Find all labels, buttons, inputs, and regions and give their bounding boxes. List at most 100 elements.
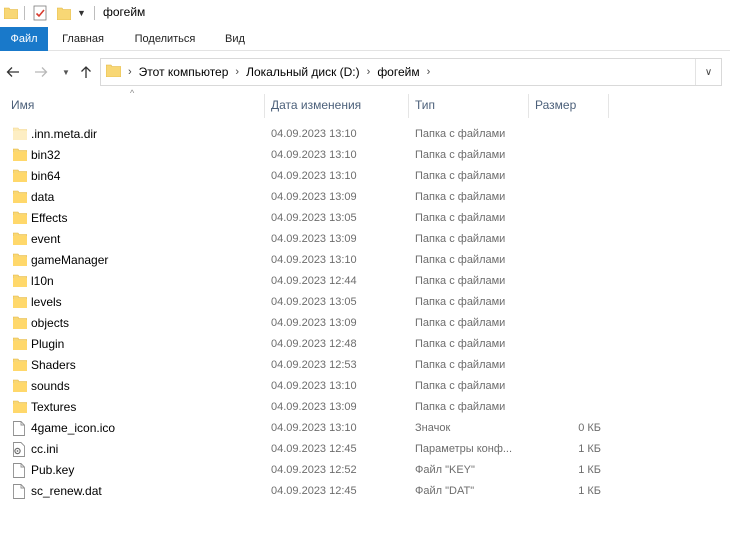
- file-type: Папка с файлами: [415, 191, 506, 203]
- file-date: 04.09.2023 12:52: [271, 464, 357, 476]
- up-arrow-icon: [81, 66, 91, 78]
- recent-locations-button[interactable]: ▼: [56, 62, 76, 82]
- list-item[interactable]: Effects 04.09.2023 13:05 Папка с файлами: [0, 208, 730, 229]
- breadcrumb-chevron-icon[interactable]: ›: [367, 66, 371, 78]
- tab-share[interactable]: Поделиться: [126, 27, 204, 51]
- properties-check-icon[interactable]: [33, 4, 48, 22]
- list-item[interactable]: bin32 04.09.2023 13:10 Папка с файлами: [0, 145, 730, 166]
- file-name: objects: [31, 316, 70, 330]
- file-type: Значок: [415, 422, 451, 434]
- breadcrumb-this-pc[interactable]: Этот компьютер: [139, 65, 229, 79]
- new-folder-icon[interactable]: [57, 4, 71, 22]
- address-bar[interactable]: › Этот компьютер › Локальный диск (D:) ›…: [100, 58, 722, 86]
- file-name: cc.ini: [31, 442, 59, 456]
- file-name: sc_renew.dat: [31, 484, 102, 498]
- file-name: Shaders: [31, 358, 76, 372]
- list-item[interactable]: objects 04.09.2023 13:09 Папка с файлами: [0, 313, 730, 334]
- list-item[interactable]: levels 04.09.2023 13:05 Папка с файлами: [0, 292, 730, 313]
- sort-ascending-icon: ^: [130, 88, 135, 98]
- list-item[interactable]: .inn.meta.dir 04.09.2023 13:10 Папка с фай…: [0, 124, 730, 145]
- file-size: 0 КБ: [578, 422, 601, 434]
- customize-toolbar-icon[interactable]: ▼: [77, 4, 86, 22]
- folder-icon: [12, 379, 28, 394]
- file-icon: [13, 421, 27, 436]
- file-type: Папка с файлами: [415, 275, 506, 287]
- file-name: bin32: [31, 148, 61, 162]
- column-divider[interactable]: [608, 94, 609, 118]
- breadcrumb-chevron-icon[interactable]: ›: [128, 66, 132, 78]
- breadcrumb-chevron-icon[interactable]: ›: [427, 66, 431, 78]
- list-item[interactable]: Pub.key 04.09.2023 12:52 Файл "KEY" 1 КБ: [0, 460, 730, 481]
- list-item[interactable]: sounds 04.09.2023 13:10 Папка с файлами: [0, 376, 730, 397]
- file-date: 04.09.2023 13:10: [271, 149, 357, 161]
- file-date: 04.09.2023 13:05: [271, 296, 357, 308]
- folder-icon: [12, 337, 28, 352]
- file-icon: [13, 484, 27, 499]
- list-item[interactable]: 4game_icon.ico 04.09.2023 13:10 Значок 0 КБ: [0, 418, 730, 439]
- back-button[interactable]: [3, 62, 23, 82]
- file-date: 04.09.2023 13:09: [271, 317, 357, 329]
- list-item[interactable]: Plugin 04.09.2023 12:48 Папка с файлами: [0, 334, 730, 355]
- file-name: Effects: [31, 211, 68, 225]
- forward-button[interactable]: [31, 62, 51, 82]
- window-title: фогейм: [103, 5, 146, 19]
- file-date: 04.09.2023 13:10: [271, 422, 357, 434]
- column-header-date[interactable]: Дата изменения: [271, 92, 361, 118]
- file-icon: [13, 463, 27, 478]
- file-date: 04.09.2023 13:05: [271, 212, 357, 224]
- address-dropdown-button[interactable]: ∨: [695, 59, 721, 85]
- file-type: Параметры конф...: [415, 443, 513, 455]
- folder-icon: [12, 211, 28, 226]
- list-item[interactable]: data 04.09.2023 13:09 Папка с файлами: [0, 187, 730, 208]
- file-name: Plugin: [31, 337, 65, 351]
- list-item[interactable]: Shaders 04.09.2023 12:53 Папка с файлами: [0, 355, 730, 376]
- file-name: 4game_icon.ico: [31, 421, 116, 435]
- file-type: Папка с файлами: [415, 380, 506, 392]
- breadcrumb-current-folder[interactable]: фогейм: [377, 65, 419, 79]
- breadcrumb-chevron-icon[interactable]: ›: [235, 66, 239, 78]
- file-type: Папка с файлами: [415, 149, 506, 161]
- file-name: Pub.key: [31, 463, 75, 477]
- folder-faded-icon: [12, 127, 28, 142]
- column-divider[interactable]: [408, 94, 409, 118]
- file-date: 04.09.2023 13:10: [271, 128, 357, 140]
- up-button[interactable]: [76, 62, 96, 82]
- file-name: .inn.meta.dir: [31, 127, 98, 141]
- list-item[interactable]: bin64 04.09.2023 13:10 Папка с файлами: [0, 166, 730, 187]
- file-type: Папка с файлами: [415, 233, 506, 245]
- list-item[interactable]: Textures 04.09.2023 13:09 Папка с файлами: [0, 397, 730, 418]
- list-item[interactable]: l10n 04.09.2023 12:44 Папка с файлами: [0, 271, 730, 292]
- address-folder-icon: [105, 64, 122, 80]
- column-divider[interactable]: [264, 94, 265, 118]
- breadcrumb-local-disk[interactable]: Локальный диск (D:): [246, 65, 360, 79]
- file-list: .inn.meta.dir 04.09.2023 13:10 Папка с фай…: [0, 124, 730, 502]
- file-type: Файл "DAT": [415, 485, 475, 497]
- file-date: 04.09.2023 13:09: [271, 191, 357, 203]
- file-date: 04.09.2023 12:48: [271, 338, 357, 350]
- file-date: 04.09.2023 12:53: [271, 359, 357, 371]
- list-item[interactable]: event 04.09.2023 13:09 Папка с файлами: [0, 229, 730, 250]
- file-name: Textures: [31, 400, 77, 414]
- file-size: 1 КБ: [578, 464, 601, 476]
- file-name: gameManager: [31, 253, 109, 267]
- separator: [94, 6, 95, 20]
- folder-icon: [12, 169, 28, 184]
- chevron-down-icon: ▼: [62, 67, 70, 77]
- file-type: Папка с файлами: [415, 170, 506, 182]
- column-divider[interactable]: [528, 94, 529, 118]
- column-header-type[interactable]: Тип: [415, 92, 435, 118]
- file-date: 04.09.2023 13:10: [271, 170, 357, 182]
- folder-icon: [12, 253, 28, 268]
- file-size: 1 КБ: [578, 443, 601, 455]
- column-header-size[interactable]: Размер: [535, 92, 576, 118]
- separator: [24, 6, 25, 20]
- column-header-name[interactable]: Имя: [11, 92, 34, 118]
- list-item[interactable]: cc.ini 04.09.2023 12:45 Параметры конф... 1…: [0, 439, 730, 460]
- list-item[interactable]: sc_renew.dat 04.09.2023 12:45 Файл "DAT" 1 …: [0, 481, 730, 502]
- file-name: l10n: [31, 274, 54, 288]
- tab-file[interactable]: Файл: [0, 27, 48, 51]
- list-item[interactable]: gameManager 04.09.2023 13:10 Папка с файла…: [0, 250, 730, 271]
- file-date: 04.09.2023 13:10: [271, 254, 357, 266]
- tab-view[interactable]: Вид: [218, 27, 252, 51]
- tab-home[interactable]: Главная: [54, 27, 112, 51]
